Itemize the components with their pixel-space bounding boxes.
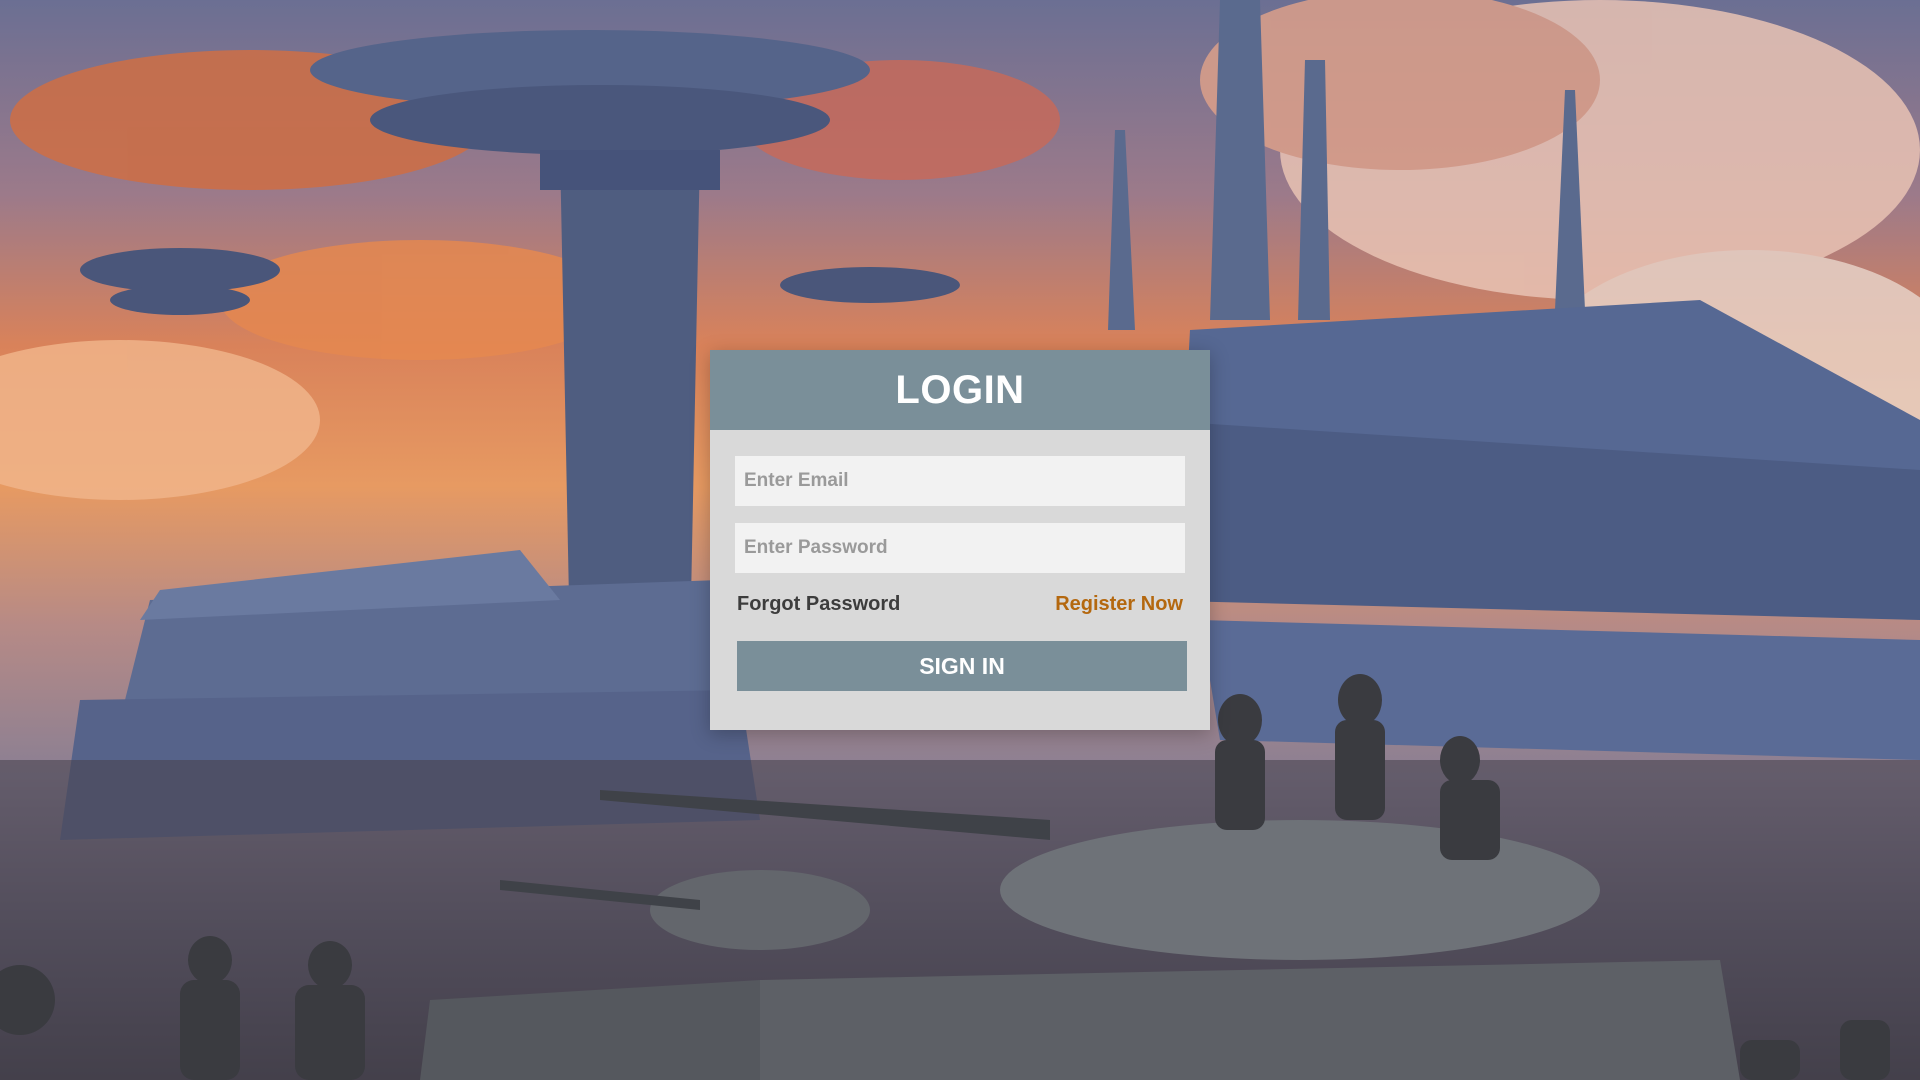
forgot-password-link[interactable]: Forgot Password (737, 593, 900, 616)
email-input[interactable] (735, 456, 1185, 506)
login-header: LOGIN (710, 350, 1210, 430)
sign-in-button[interactable]: SIGN IN (737, 641, 1187, 691)
login-form: Forgot Password Register Now SIGN IN (710, 430, 1210, 691)
auth-links-row: Forgot Password Register Now (735, 593, 1185, 616)
register-now-link[interactable]: Register Now (1055, 593, 1183, 616)
platform-right (1140, 300, 1920, 760)
login-card: LOGIN Forgot Password Register Now SIGN … (710, 350, 1210, 730)
login-page: LOGIN Forgot Password Register Now SIGN … (0, 0, 1920, 1080)
login-title: LOGIN (895, 367, 1025, 412)
password-input[interactable] (735, 523, 1185, 573)
